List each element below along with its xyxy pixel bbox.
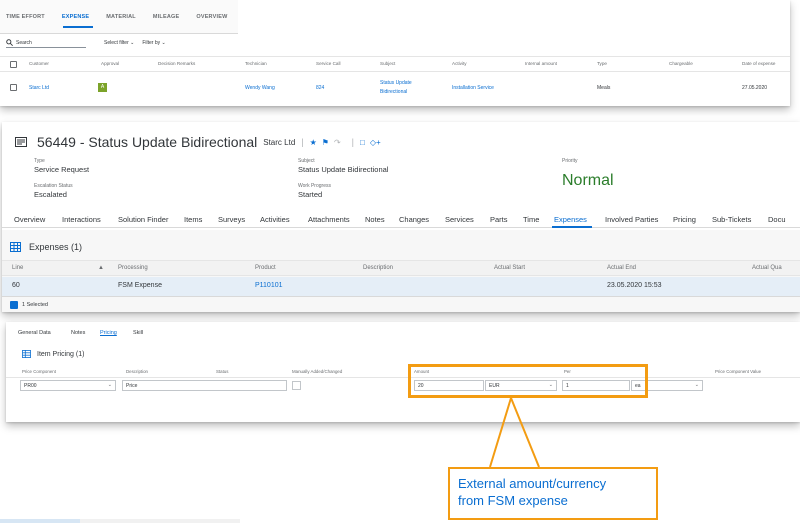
bottom-scrollbar[interactable] — [0, 519, 240, 523]
callout-box: External amount/currency from FSM expens… — [448, 467, 658, 520]
scrollbar-thumb[interactable] — [0, 519, 80, 523]
callout-line1: External amount/currency — [458, 476, 607, 491]
callout-pointer — [489, 395, 540, 468]
callout-line2: from FSM expense — [458, 493, 568, 508]
